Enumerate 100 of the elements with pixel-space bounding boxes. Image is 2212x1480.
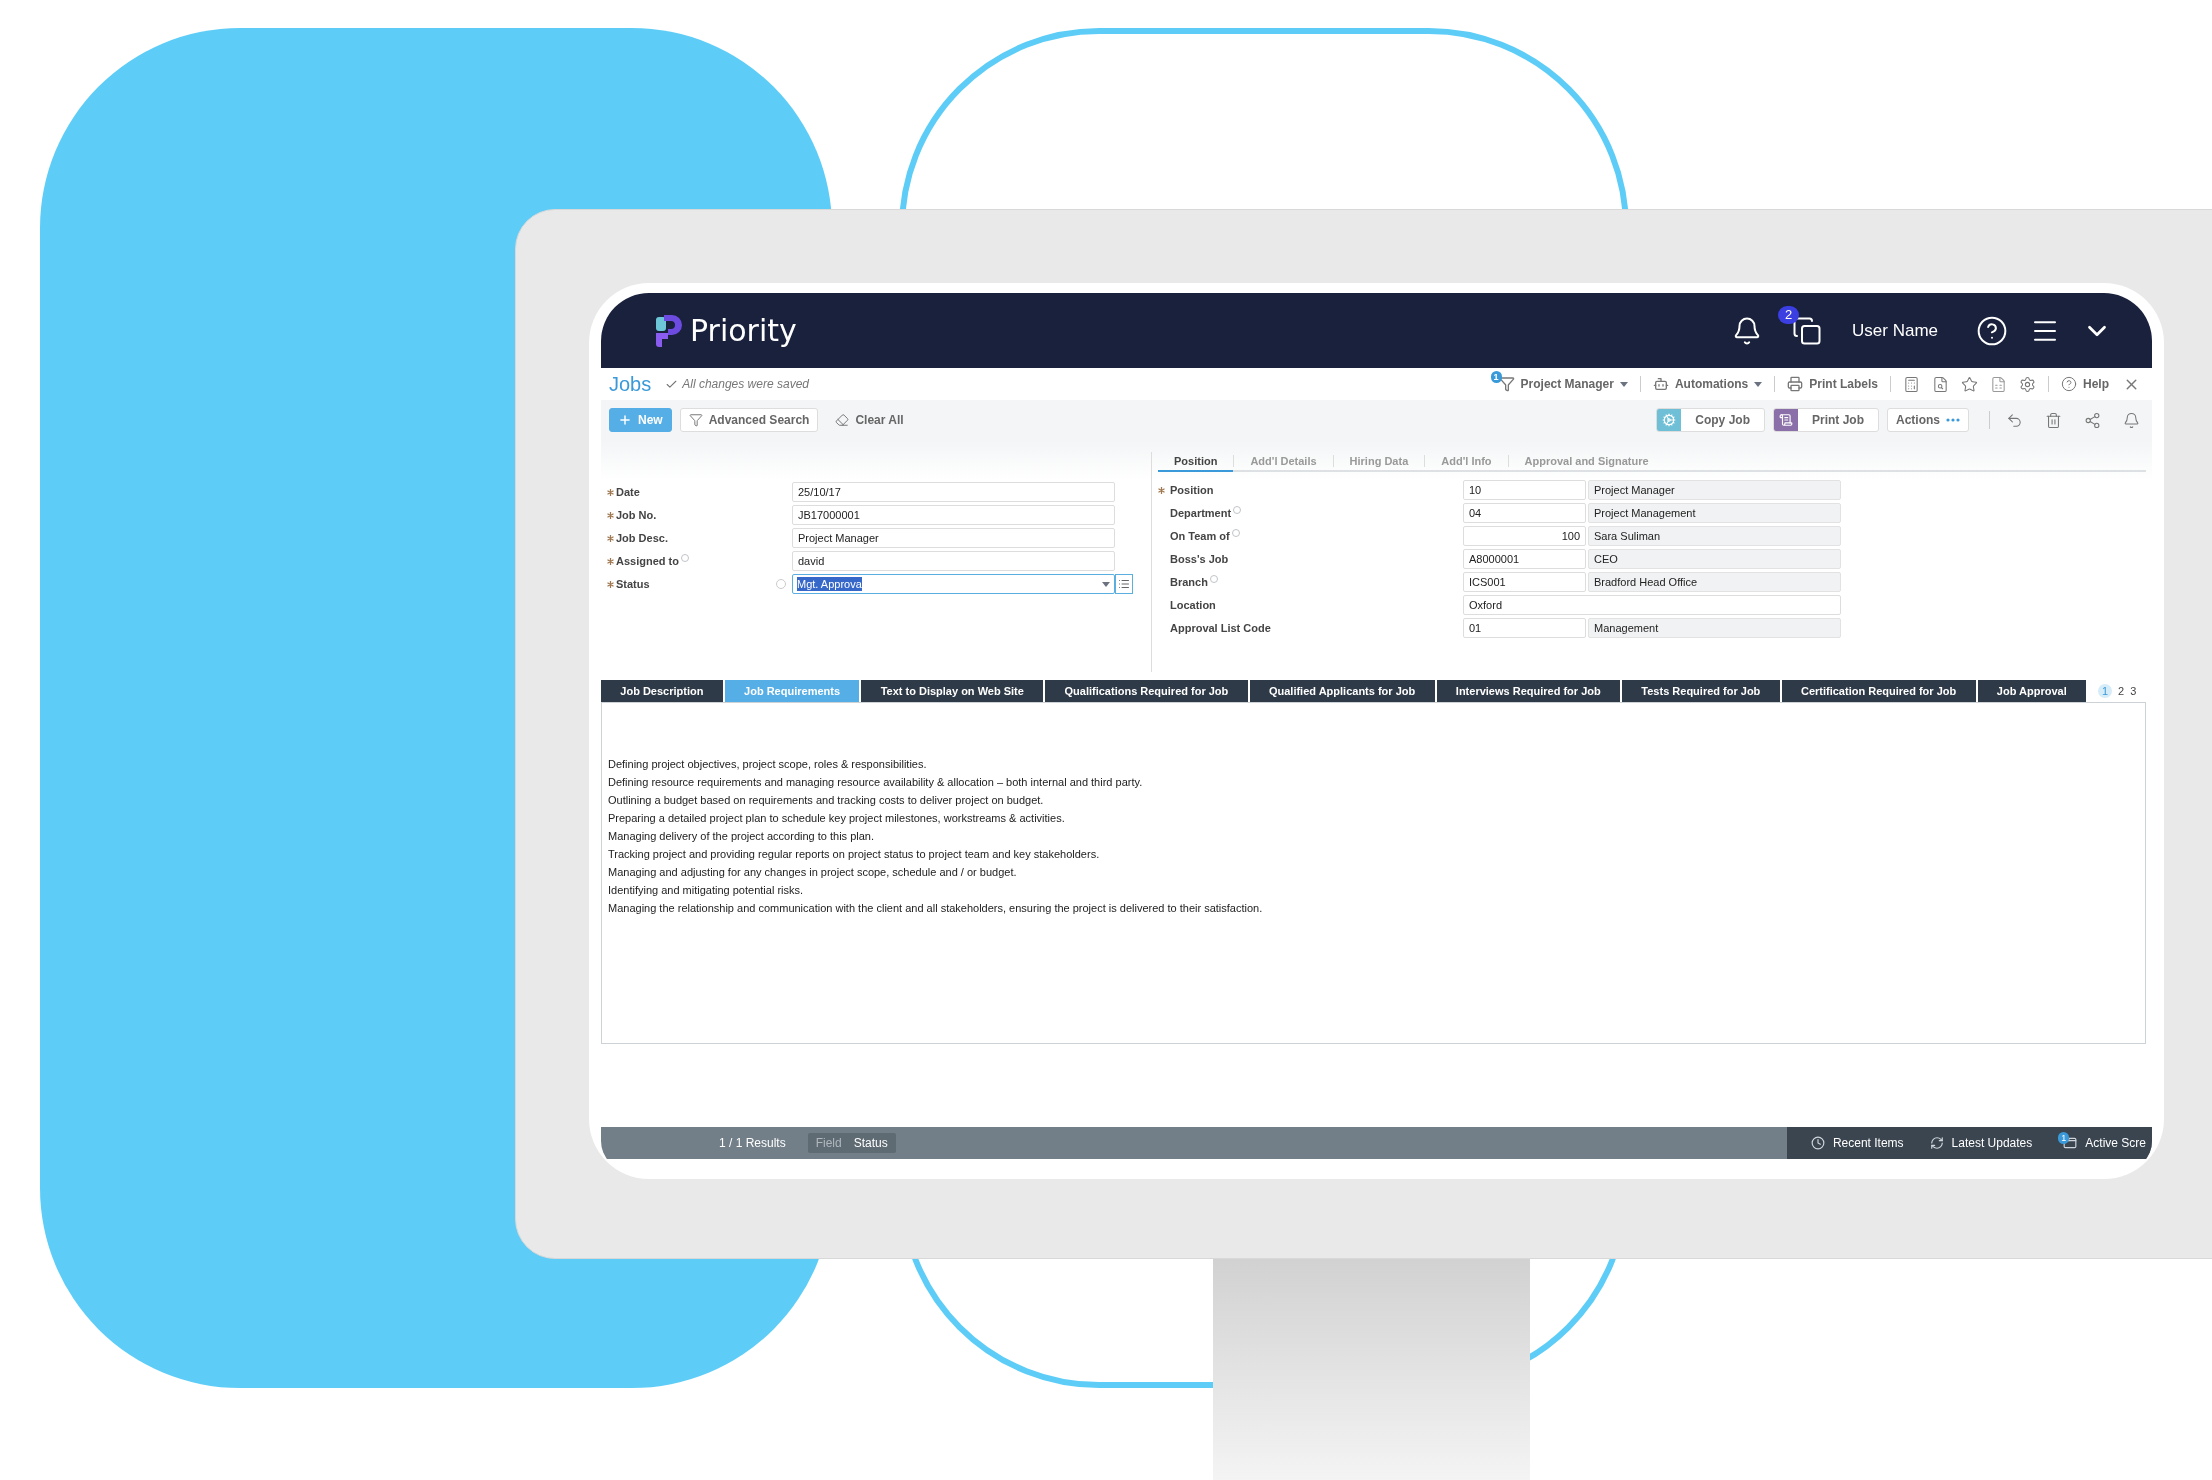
requirement-line: Managing the relationship and communication with the client and all stakeholders, ensuring the project is delivered to their satisfaction. <box>608 901 1264 916</box>
field-label: Boss's Job <box>1170 551 1229 567</box>
status-bar-item[interactable]: Recent Items <box>1810 1134 1904 1152</box>
code-field[interactable]: ICS001 <box>1463 572 1586 592</box>
logo-text: Priority <box>690 312 797 350</box>
list-glyph-icon <box>1118 578 1130 590</box>
requirement-line: Defining resource requirements and managing resource availability & allocation – both internal and third party. <box>608 775 1144 790</box>
code-field[interactable]: 10 <box>1463 480 1586 500</box>
star-icon[interactable] <box>1961 375 1978 393</box>
page-link[interactable]: 3 <box>2130 682 2137 700</box>
field-value: Status <box>853 1135 888 1152</box>
field-label: Location <box>1170 597 1216 613</box>
description-field: Sara Suliman <box>1588 526 1841 546</box>
field-label: Date <box>616 484 640 500</box>
toolbar-button[interactable]: Copy Job <box>1656 408 1765 432</box>
file-search-icon[interactable] <box>1932 375 1949 393</box>
detail-tab[interactable]: Qualifications Required for Job <box>1045 680 1248 702</box>
detail-tab[interactable]: Qualified Applicants for Job <box>1249 680 1435 702</box>
requirement-line: Identifying and mitigating potential risks. <box>608 883 805 898</box>
detail-tab[interactable]: Job Approval <box>1977 680 2087 702</box>
requirement-line: Defining project objectives, project scope, roles & responsibilities. <box>608 757 928 772</box>
bell-icon[interactable] <box>2123 411 2140 429</box>
undo-icon[interactable] <box>2006 411 2023 429</box>
page-title: Jobs <box>609 372 652 397</box>
save-status: All changes were saved <box>682 376 809 393</box>
caret-icon <box>1102 581 1110 587</box>
field-label: Branch <box>1170 574 1208 590</box>
settings-icon[interactable] <box>2019 375 2036 393</box>
toolbar-button[interactable]: Print Job <box>1772 408 1879 432</box>
text-field[interactable]: 25/10/17 <box>792 482 1115 502</box>
logo-icon <box>656 314 682 347</box>
filter-icon <box>688 413 703 427</box>
status-radio[interactable] <box>776 579 786 589</box>
description-field: CEO <box>1588 549 1841 569</box>
notification-badge: 2 <box>1778 305 1800 324</box>
field-label: Department <box>1170 505 1232 521</box>
plus-icon <box>618 413 632 427</box>
windows-icon[interactable] <box>1792 315 1823 346</box>
text-field[interactable]: Oxford <box>1463 595 1841 615</box>
scroll-icon <box>1778 413 1793 427</box>
toolbar-menu[interactable]: Project Manager <box>1498 375 1628 393</box>
user-name[interactable]: User Name <box>1852 317 1938 344</box>
share-icon[interactable] <box>2084 411 2101 429</box>
refresh-icon <box>1929 1136 1944 1150</box>
detail-tab[interactable]: Job Description <box>601 680 723 702</box>
form-tab[interactable]: Position <box>1158 452 1234 472</box>
text-field[interactable]: Project Manager <box>792 528 1115 548</box>
requirement-line: Managing and adjusting for any changes in project scope, schedule and / or budget. <box>608 865 1018 880</box>
count-badge: 1 <box>1490 371 1502 383</box>
text-field[interactable]: david <box>792 551 1115 571</box>
help-icon <box>2061 376 2077 392</box>
text-field[interactable]: JB17000001 <box>792 505 1115 525</box>
window-icon <box>2063 1136 2078 1150</box>
spreadsheet-icon[interactable] <box>1990 375 2007 393</box>
requirement-line: Preparing a detailed project plan to schedule key project milestones, workstreams & activities. <box>608 811 1066 826</box>
help-button[interactable]: Help <box>2061 375 2109 393</box>
field-label: Job Desc. <box>616 530 668 546</box>
detail-tab[interactable]: Tests Required for Job <box>1622 680 1780 702</box>
code-field[interactable]: 04 <box>1463 503 1586 523</box>
field-label: Job No. <box>616 507 657 523</box>
field-label: Status <box>616 576 650 592</box>
description-field: Project Management <box>1588 503 1841 523</box>
caret-icon <box>1619 381 1628 387</box>
status-bar-item[interactable]: Latest Updates <box>1929 1134 2033 1152</box>
description-field: Bradford Head Office <box>1588 572 1841 592</box>
requirement-line: Managing delivery of the project according to this plan. <box>608 829 875 844</box>
clock-icon <box>1810 1136 1825 1150</box>
page-link[interactable]: 2 <box>2118 682 2125 700</box>
gear-icon <box>1662 413 1677 427</box>
code-field[interactable]: 01 <box>1463 618 1586 638</box>
field-label: Approval List Code <box>1170 620 1271 636</box>
more-icon <box>1946 418 1960 422</box>
eraser-icon <box>835 413 850 427</box>
code-field[interactable]: A8000001 <box>1463 549 1586 569</box>
calculator-icon[interactable] <box>1903 375 1920 393</box>
help-icon[interactable] <box>1976 314 2008 347</box>
detail-tab[interactable]: Certification Required for Job <box>1781 680 1976 702</box>
status-select[interactable]: Mgt. Approva <box>792 574 1115 594</box>
field-label: On Team of <box>1170 528 1230 544</box>
description-field: Management <box>1588 618 1841 638</box>
list-icon[interactable] <box>1115 574 1133 594</box>
caret-icon <box>1754 381 1763 387</box>
toolbar-button[interactable]: Clear All <box>826 408 913 432</box>
printer-icon <box>1787 376 1804 392</box>
results-count: 1 / 1 Results <box>719 1135 786 1152</box>
field-label: Assigned to <box>616 553 679 569</box>
detail-tab[interactable]: Interviews Required for Job <box>1436 680 1621 702</box>
delete-icon[interactable] <box>2045 411 2062 429</box>
code-field[interactable]: 100 <box>1463 526 1586 546</box>
toolbar-menu[interactable]: Automations <box>1652 375 1763 393</box>
description-field: Project Manager <box>1588 480 1841 500</box>
count-badge: 1 <box>2058 1132 2070 1144</box>
robot-icon <box>1652 376 1669 392</box>
requirement-line: Tracking project and providing regular reports on project status to project team and key stakeholders. <box>608 847 1101 862</box>
toolbar-menu[interactable]: Print Labels <box>1787 375 1878 393</box>
detail-tab[interactable]: Text to Display on Web Site <box>861 680 1044 702</box>
actions-button[interactable]: Actions <box>1887 408 1969 432</box>
requirement-line: Outlining a budget based on requirements and tracking costs to deliver project on budget. <box>608 793 1045 808</box>
toolbar-button[interactable]: Advanced Search <box>679 408 819 432</box>
field-caption: Field <box>815 1135 842 1152</box>
